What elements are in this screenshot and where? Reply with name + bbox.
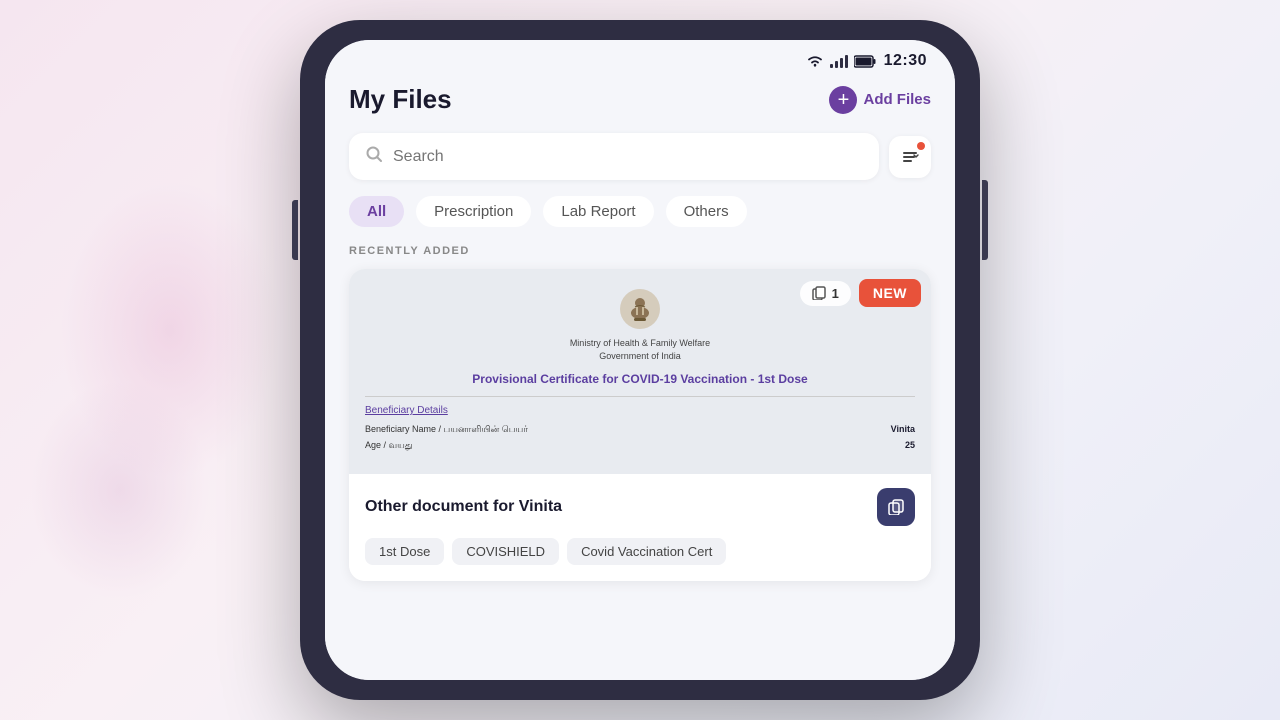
doc-footer-row: Other document for Vinita bbox=[365, 488, 915, 526]
page-title: My Files bbox=[349, 84, 452, 115]
sort-button[interactable] bbox=[889, 136, 931, 178]
tab-lab-report[interactable]: Lab Report bbox=[543, 196, 653, 227]
doc-age-row: Age / வயது 25 bbox=[365, 440, 915, 452]
doc-ministry-text: Ministry of Health & Family Welfare Gove… bbox=[570, 337, 710, 362]
doc-age-label: Age / வயது bbox=[365, 440, 413, 452]
wifi-icon bbox=[806, 54, 824, 68]
copy-button[interactable] bbox=[877, 488, 915, 526]
add-files-button[interactable]: + Add Files bbox=[829, 86, 931, 114]
app-content: My Files + Add Files bbox=[325, 76, 955, 680]
phone-device: 12:30 My Files + Add Files bbox=[300, 20, 980, 700]
document-card: Ministry of Health & Family Welfare Gove… bbox=[349, 269, 931, 581]
doc-details-label: Beneficiary Details bbox=[365, 405, 448, 416]
doc-name-value: Vinita bbox=[891, 424, 915, 436]
copy-icon bbox=[888, 499, 904, 515]
status-icons bbox=[806, 54, 876, 68]
search-row bbox=[349, 133, 931, 180]
tab-all[interactable]: All bbox=[349, 196, 404, 227]
doc-divider bbox=[365, 396, 915, 397]
doc-tags: 1st Dose COVISHIELD Covid Vaccination Ce… bbox=[365, 538, 915, 565]
doc-preview: Ministry of Health & Family Welfare Gove… bbox=[349, 269, 931, 474]
add-files-icon: + bbox=[829, 86, 857, 114]
filter-tabs: All Prescription Lab Report Others bbox=[349, 196, 931, 227]
govt-emblem-icon bbox=[618, 287, 662, 331]
tag-1st-dose: 1st Dose bbox=[365, 538, 444, 565]
doc-footer: Other document for Vinita 1st Dose COVIS… bbox=[349, 474, 931, 581]
doc-name-label: Beneficiary Name / பயனாளியின் பெயர் bbox=[365, 424, 528, 436]
card-badges: 1 NEW bbox=[800, 279, 921, 307]
pages-icon bbox=[812, 286, 826, 300]
recently-added-label: RECENTLY ADDED bbox=[349, 245, 931, 257]
add-files-label: Add Files bbox=[863, 91, 931, 108]
search-container bbox=[349, 133, 879, 180]
tag-covid-cert: Covid Vaccination Cert bbox=[567, 538, 726, 565]
status-bar: 12:30 bbox=[325, 40, 955, 76]
pages-count: 1 bbox=[832, 286, 839, 301]
search-icon bbox=[365, 145, 383, 168]
doc-name: Other document for Vinita bbox=[365, 498, 562, 516]
sort-icon bbox=[900, 147, 920, 167]
new-badge: NEW bbox=[859, 279, 921, 307]
sort-notification-dot bbox=[917, 142, 925, 150]
doc-cert-title: Provisional Certificate for COVID-19 Vac… bbox=[472, 372, 807, 386]
doc-name-row: Beneficiary Name / பயனாளியின் பெயர் Vini… bbox=[365, 424, 915, 436]
pages-badge: 1 bbox=[800, 281, 851, 306]
doc-age-value: 25 bbox=[905, 440, 915, 452]
tag-covishield: COVISHIELD bbox=[452, 538, 559, 565]
status-time: 12:30 bbox=[884, 52, 927, 70]
phone-screen: 12:30 My Files + Add Files bbox=[325, 40, 955, 680]
battery-icon bbox=[854, 55, 876, 68]
signal-icon bbox=[830, 54, 848, 68]
tab-others[interactable]: Others bbox=[666, 196, 747, 227]
search-input[interactable] bbox=[393, 148, 863, 166]
app-header: My Files + Add Files bbox=[349, 84, 931, 115]
tab-prescription[interactable]: Prescription bbox=[416, 196, 531, 227]
